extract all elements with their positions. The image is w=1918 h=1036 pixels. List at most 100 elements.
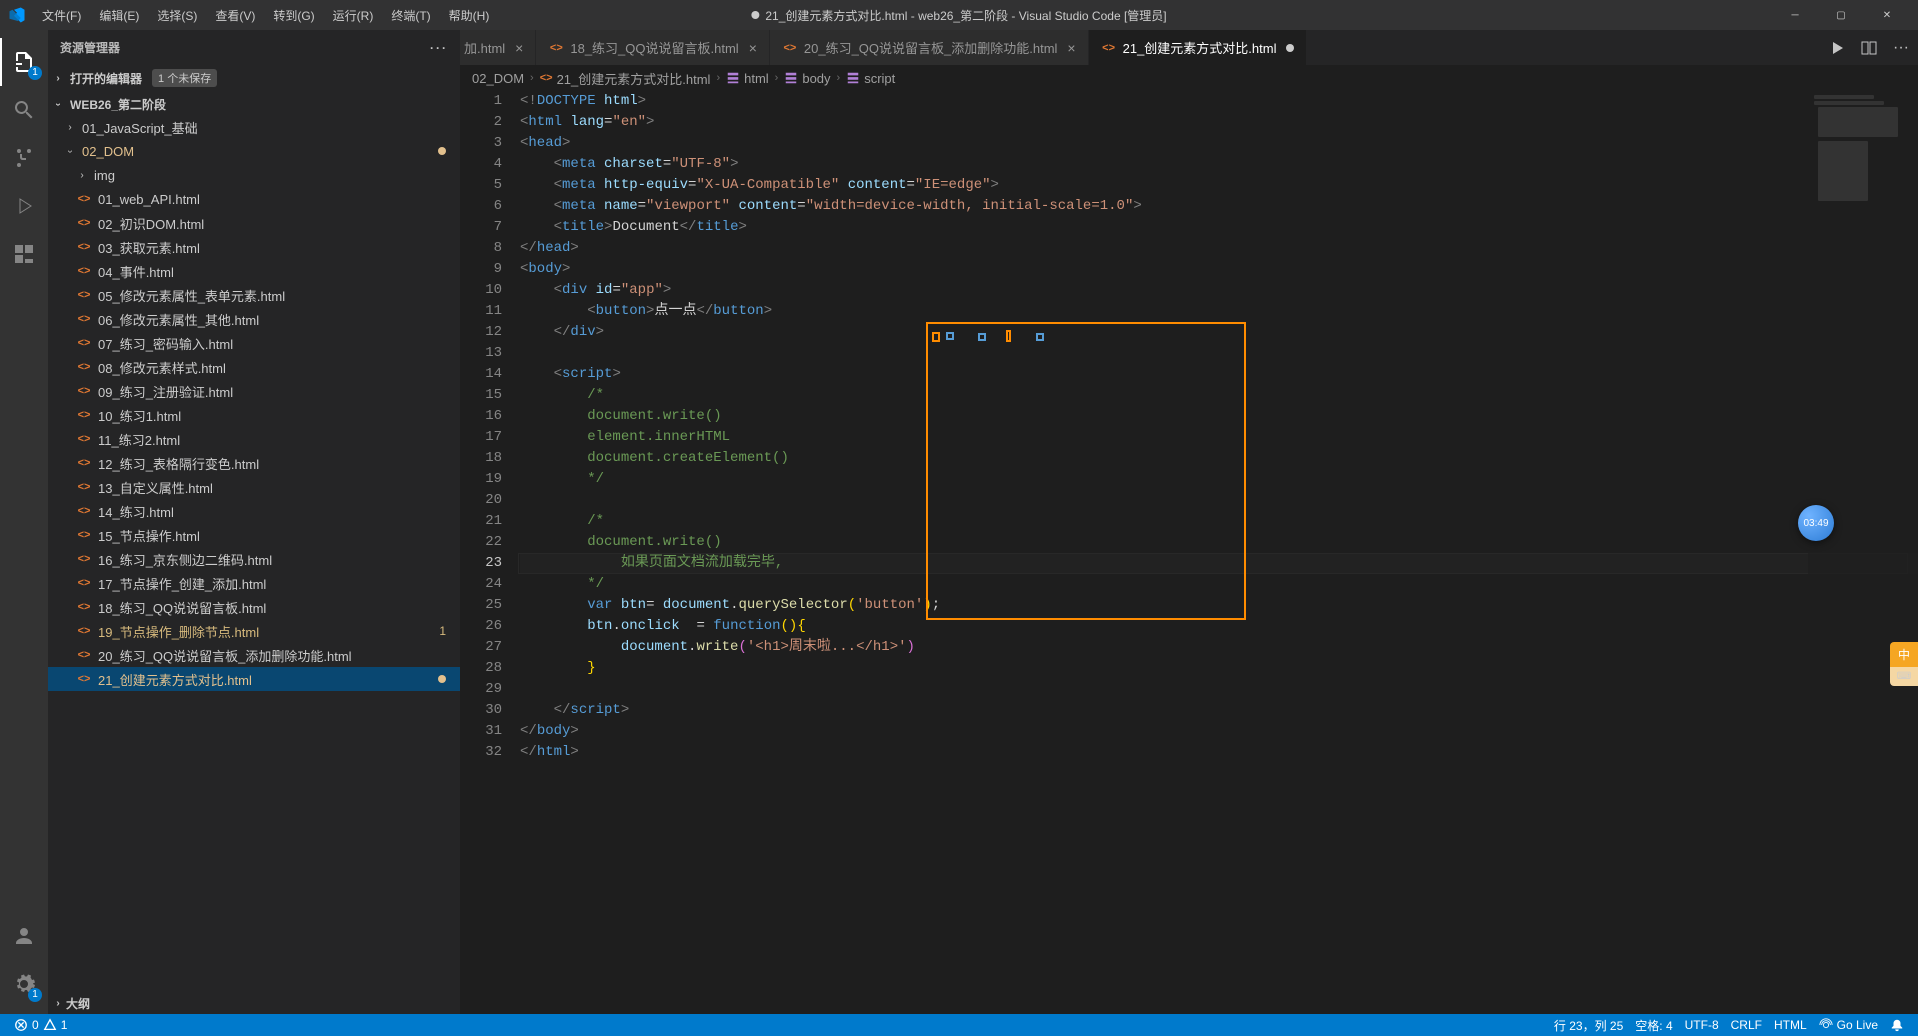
menu-view[interactable]: 查看(V): [207, 3, 263, 28]
file-item[interactable]: <>14_练习.html: [48, 499, 460, 523]
html-file-icon: <>: [76, 239, 92, 255]
overlay-square-icon: [932, 332, 940, 342]
code-content[interactable]: <!DOCTYPE html><html lang="en"><head> <m…: [520, 91, 1918, 1014]
window-title: 21_创建元素方式对比.html - web26_第二阶段 - Visual S…: [751, 7, 1166, 24]
menu-edit[interactable]: 编辑(E): [91, 3, 147, 28]
html-file-icon: <>: [76, 623, 92, 639]
close-button[interactable]: ✕: [1864, 0, 1910, 30]
editor-tab[interactable]: <>18_练习_QQ说说留言板.html×: [536, 30, 770, 65]
chevron-right-icon: ›: [76, 170, 88, 181]
overlay-square-icon: [1006, 330, 1011, 342]
html-file-icon: <>: [76, 479, 92, 495]
status-problems[interactable]: 0 1: [8, 1014, 73, 1036]
file-item[interactable]: <>07_练习_密码输入.html: [48, 331, 460, 355]
activity-explorer[interactable]: 1: [0, 38, 48, 86]
project-root[interactable]: › WEB26_第二阶段: [48, 93, 460, 115]
breadcrumb-item[interactable]: body: [784, 71, 830, 86]
html-file-icon: <>: [76, 431, 92, 447]
html-file-icon: <>: [76, 287, 92, 303]
activity-settings[interactable]: 1: [0, 960, 48, 1008]
breadcrumb[interactable]: 02_DOM › <>21_创建元素方式对比.html › html › bod…: [460, 65, 1918, 91]
activity-extensions[interactable]: [0, 230, 48, 278]
timer-widget[interactable]: 03:49: [1798, 505, 1834, 541]
menu-run[interactable]: 运行(R): [325, 3, 382, 28]
file-item[interactable]: <>04_事件.html: [48, 259, 460, 283]
outline-section[interactable]: › 大纲: [48, 992, 460, 1014]
folder-img[interactable]: › img: [48, 163, 460, 187]
file-item[interactable]: <>18_练习_QQ说说留言板.html: [48, 595, 460, 619]
minimap[interactable]: [1808, 91, 1918, 1014]
code-editor[interactable]: 1234567891011121314151617181920212223242…: [460, 91, 1918, 1014]
problem-count: 1: [439, 624, 446, 638]
modified-dot-icon: [438, 147, 446, 155]
file-item[interactable]: <>12_练习_表格隔行变色.html: [48, 451, 460, 475]
status-bell[interactable]: [1884, 1014, 1910, 1036]
html-file-icon: <>: [76, 527, 92, 543]
file-item[interactable]: <>02_初识DOM.html: [48, 211, 460, 235]
html-file-icon: <>: [76, 503, 92, 519]
editor-tab[interactable]: <>20_练习_QQ说说留言板_添加删除功能.html×: [770, 30, 1089, 65]
folder-js-basic[interactable]: › 01_JavaScript_基础: [48, 115, 460, 139]
ime-widget[interactable]: 中 ⌨: [1890, 642, 1918, 686]
sidebar-more-icon[interactable]: ···: [430, 41, 448, 55]
menu-terminal[interactable]: 终端(T): [383, 3, 438, 28]
menu-help[interactable]: 帮助(H): [441, 3, 498, 28]
menu-select[interactable]: 选择(S): [149, 3, 205, 28]
status-spaces[interactable]: 空格: 4: [1629, 1014, 1678, 1036]
file-item[interactable]: <>17_节点操作_创建_添加.html: [48, 571, 460, 595]
file-item[interactable]: <>10_练习1.html: [48, 403, 460, 427]
file-item[interactable]: <>03_获取元素.html: [48, 235, 460, 259]
file-item[interactable]: <>15_节点操作.html: [48, 523, 460, 547]
status-eol[interactable]: CRLF: [1725, 1014, 1768, 1036]
menu-file[interactable]: 文件(F): [34, 3, 89, 28]
run-icon[interactable]: [1828, 39, 1846, 57]
activity-debug[interactable]: [0, 182, 48, 230]
file-item[interactable]: <>08_修改元素样式.html: [48, 355, 460, 379]
file-item[interactable]: <>19_节点操作_删除节点.html1: [48, 619, 460, 643]
sidebar: 资源管理器 ··· › 打开的编辑器 1 个未保存 › WEB26_第二阶段 ›…: [48, 30, 460, 1014]
more-icon[interactable]: ···: [1892, 39, 1910, 57]
menubar: 文件(F) 编辑(E) 选择(S) 查看(V) 转到(G) 运行(R) 终端(T…: [34, 3, 497, 28]
file-item[interactable]: <>05_修改元素属性_表单元素.html: [48, 283, 460, 307]
file-item[interactable]: <>06_修改元素属性_其他.html: [48, 307, 460, 331]
status-ln-col[interactable]: 行 23，列 25: [1548, 1014, 1629, 1036]
chevron-right-icon: ›: [50, 73, 66, 84]
breadcrumb-item[interactable]: html: [726, 71, 769, 86]
file-item[interactable]: <>13_自定义属性.html: [48, 475, 460, 499]
breadcrumb-item[interactable]: 02_DOM: [472, 71, 524, 86]
open-editors-section[interactable]: › 打开的编辑器 1 个未保存: [48, 67, 460, 89]
chevron-right-icon: ›: [50, 998, 66, 1009]
menu-goto[interactable]: 转到(G): [265, 3, 322, 28]
editor-tabs: 加.html×<>18_练习_QQ说说留言板.html×<>20_练习_QQ说说…: [460, 30, 1918, 65]
breadcrumb-item[interactable]: script: [846, 71, 895, 86]
activity-account[interactable]: [0, 912, 48, 960]
file-item[interactable]: <>09_练习_注册验证.html: [48, 379, 460, 403]
file-item[interactable]: <>20_练习_QQ说说留言板_添加删除功能.html: [48, 643, 460, 667]
editor-tab[interactable]: 加.html×: [460, 30, 536, 65]
activity-scm[interactable]: [0, 134, 48, 182]
file-item[interactable]: <>01_web_API.html: [48, 187, 460, 211]
minimize-button[interactable]: ─: [1772, 0, 1818, 30]
file-item[interactable]: <>11_练习2.html: [48, 427, 460, 451]
status-lang[interactable]: HTML: [1768, 1014, 1813, 1036]
maximize-button[interactable]: ▢: [1818, 0, 1864, 30]
split-icon[interactable]: [1860, 39, 1878, 57]
chevron-down-icon: ›: [53, 96, 64, 112]
html-file-icon: <>: [76, 575, 92, 591]
unsaved-dot-icon: [1286, 44, 1294, 52]
unsaved-dot-icon: [751, 11, 759, 19]
editor-tab[interactable]: <>21_创建元素方式对比.html: [1089, 30, 1308, 65]
status-golive[interactable]: Go Live: [1813, 1014, 1884, 1036]
unsaved-count-pill: 1 个未保存: [152, 69, 217, 87]
activity-search[interactable]: [0, 86, 48, 134]
close-icon[interactable]: ×: [749, 40, 757, 56]
folder-dom[interactable]: › 02_DOM: [48, 139, 460, 163]
file-item[interactable]: <>21_创建元素方式对比.html: [48, 667, 460, 691]
file-item[interactable]: <>16_练习_京东侧边二维码.html: [48, 547, 460, 571]
html-file-icon: <>: [76, 311, 92, 327]
close-icon[interactable]: ×: [1067, 40, 1075, 56]
status-encoding[interactable]: UTF-8: [1679, 1014, 1725, 1036]
vscode-logo-icon: [8, 6, 26, 24]
close-icon[interactable]: ×: [515, 40, 523, 56]
breadcrumb-item[interactable]: <>21_创建元素方式对比.html: [540, 69, 711, 88]
